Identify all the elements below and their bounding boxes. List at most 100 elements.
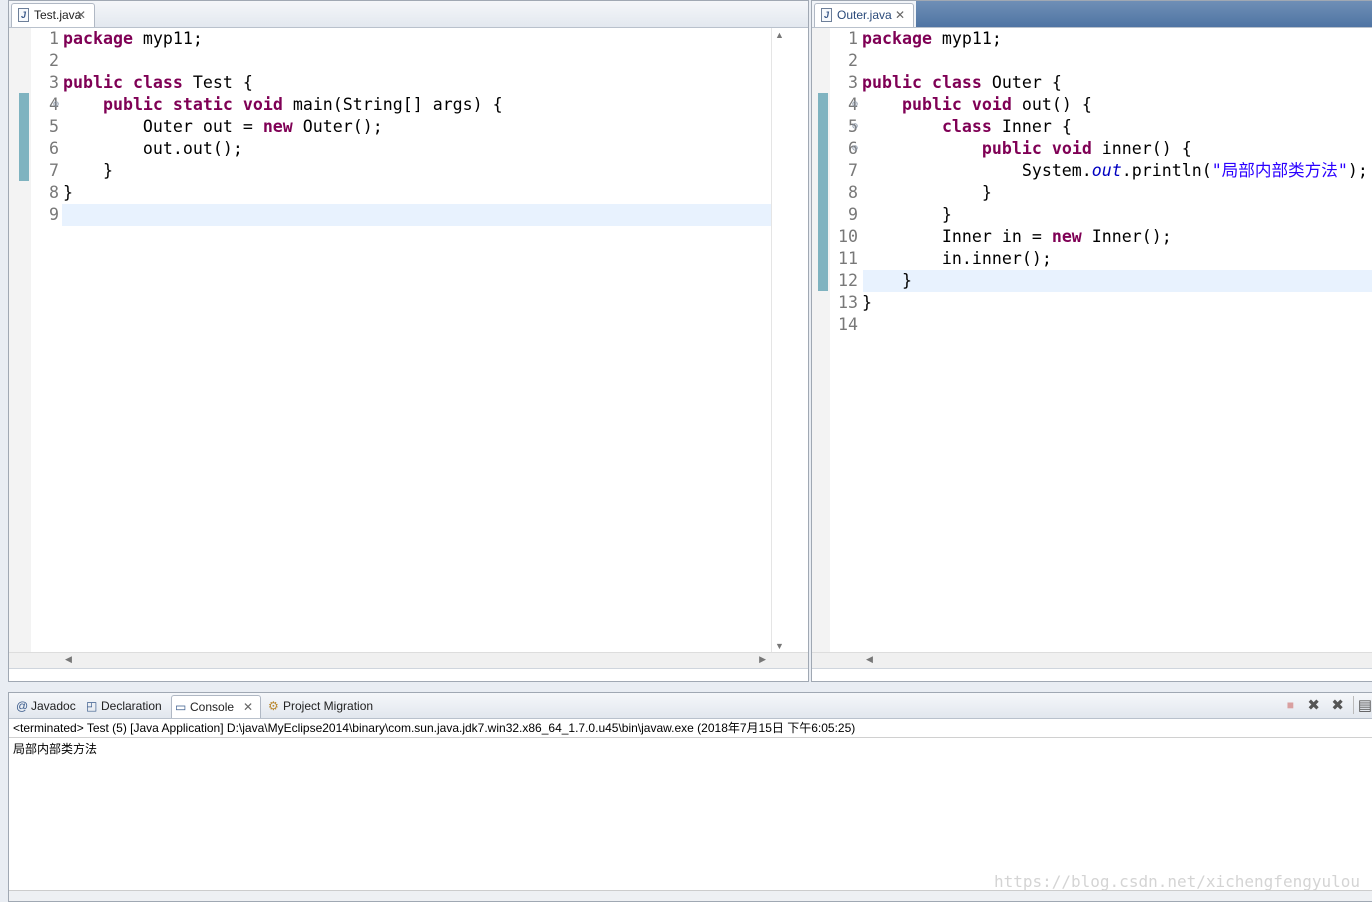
code-text: public class Test { xyxy=(63,73,253,92)
code-text: package myp11; xyxy=(63,29,203,48)
horizontal-scrollbar[interactable]: ◀ ▶ xyxy=(9,652,808,669)
code-area[interactable]: 1 package myp11; 2 3 public class Outer {4 ⊖ … xyxy=(830,28,1372,336)
close-icon[interactable]: ✕ xyxy=(243,696,253,718)
code-text: class Inner { xyxy=(941,117,1072,136)
tab-project-migration[interactable]: ⚙ Project Migration xyxy=(265,695,395,718)
code-line[interactable]: 8} xyxy=(31,182,791,204)
code-line[interactable]: 10 Inner in = new Inner(); xyxy=(830,226,1372,248)
horizontal-scrollbar[interactable]: ◀ xyxy=(812,652,1372,669)
tab-javadoc[interactable]: @ Javadoc xyxy=(13,695,83,718)
tab-declaration[interactable]: ◰ Declaration xyxy=(83,695,171,718)
code-text: } xyxy=(862,205,952,224)
tabbar-active-fill xyxy=(916,1,1372,27)
horizontal-scrollbar[interactable] xyxy=(9,890,1372,901)
code-line[interactable]: 6 out.out(); xyxy=(31,138,791,160)
tab-label: Javadoc xyxy=(31,699,76,713)
line-number: 6 xyxy=(49,139,59,158)
code-area[interactable]: 1 package myp11; 2 3 public class Test {4 ⊖ p… xyxy=(31,28,791,226)
code-line[interactable]: 3 public class Test { xyxy=(31,72,791,94)
code-line[interactable]: 8 } xyxy=(830,182,1372,204)
code-line[interactable]: 7 System.out.println("局部内部类方法"); xyxy=(830,160,1372,182)
code-line[interactable]: 13} xyxy=(830,292,1372,314)
fold-collapse-icon[interactable]: ⊖ xyxy=(852,94,858,116)
code-line[interactable]: 5 ⊖ class Inner { xyxy=(830,116,1372,138)
code-text: public void inner() { xyxy=(981,139,1192,158)
code-line[interactable]: 6 ⊖ public void inner() { xyxy=(830,138,1372,160)
code-text: Inner in = new Inner(); xyxy=(862,227,1172,246)
java-file-icon: J xyxy=(821,8,832,22)
line-number: 2 xyxy=(848,51,858,70)
remove-launch-icon[interactable]: ✖ xyxy=(1307,696,1320,714)
line-number: 3 xyxy=(49,73,59,92)
console-view[interactable]: @ Javadoc ◰ Declaration ▭ Console ✕ ⚙ Pr… xyxy=(8,692,1372,902)
code-text: System.out.println("局部内部类方法"); xyxy=(862,161,1368,180)
line-number: 7 xyxy=(848,161,858,180)
console-process-status: <terminated> Test (5) [Java Application]… xyxy=(13,721,856,735)
tab-outer-java[interactable]: J Outer.java ✕ xyxy=(814,3,914,27)
fold-collapse-icon[interactable]: ⊖ xyxy=(852,116,858,138)
line-number: 13 xyxy=(838,293,858,312)
code-line[interactable]: 9 xyxy=(31,204,791,226)
line-number: 2 xyxy=(49,51,59,70)
code-line[interactable]: 2 xyxy=(830,50,1372,72)
line-number: 11 xyxy=(838,249,858,268)
editor-bottom-border xyxy=(9,668,808,681)
fold-collapse-icon[interactable]: ⊖ xyxy=(852,138,858,160)
line-number: 8 xyxy=(848,183,858,202)
line-number: 10 xyxy=(838,227,858,246)
tab-title: Outer.java xyxy=(837,8,892,22)
scroll-left-icon[interactable]: ◀ xyxy=(65,654,72,665)
clear-console-icon[interactable]: ▤ xyxy=(1352,696,1372,714)
line-number: 9 xyxy=(848,205,858,224)
tab-test-java[interactable]: J Test.java ✕ xyxy=(11,3,95,27)
console-icon: ▭ xyxy=(175,700,187,714)
code-line[interactable]: 11 in.inner(); xyxy=(830,248,1372,270)
editor-tabbar: J Outer.java ✕ xyxy=(812,1,1372,28)
divider xyxy=(9,737,1372,738)
scroll-right-icon[interactable]: ▶ xyxy=(759,654,766,665)
code-line[interactable]: 3 public class Outer { xyxy=(830,72,1372,94)
line-number: 1 xyxy=(848,29,858,48)
code-text: } xyxy=(862,183,992,202)
watermark: https://blog.csdn.net/xichengfengyulou xyxy=(993,872,1360,891)
code-line[interactable]: 5 Outer out = new Outer(); xyxy=(31,116,791,138)
scroll-left-icon[interactable]: ◀ xyxy=(866,654,873,665)
code-line[interactable]: 2 xyxy=(31,50,791,72)
code-line[interactable]: 1 package myp11; xyxy=(31,28,791,50)
code-line[interactable]: 12 } xyxy=(830,270,1372,292)
close-icon[interactable]: ✕ xyxy=(895,4,905,26)
code-line[interactable]: 4 ⊖ public static void main(String[] args… xyxy=(31,94,791,116)
line-number: 5 xyxy=(49,117,59,136)
line-number: 7 xyxy=(49,161,59,180)
code-text: public class Outer { xyxy=(862,73,1062,92)
line-number: 1 xyxy=(49,29,59,48)
editor-bottom-border xyxy=(812,668,1372,681)
code-line[interactable]: 1 package myp11; xyxy=(830,28,1372,50)
code-text: Outer out = new Outer(); xyxy=(63,117,383,136)
javadoc-icon: @ xyxy=(16,699,29,713)
code-line[interactable]: 4 ⊖ public void out() { xyxy=(830,94,1372,116)
line-number: 12 xyxy=(838,271,858,290)
scroll-down-icon[interactable]: ▼ xyxy=(775,641,784,651)
fold-collapse-icon[interactable]: ⊖ xyxy=(53,94,59,116)
code-line[interactable]: 14 xyxy=(830,314,1372,336)
vertical-scrollbar[interactable]: ▲ ▼ xyxy=(771,28,788,653)
code-text: } xyxy=(862,271,912,290)
code-text: out.out(); xyxy=(63,139,243,158)
editor-outer-java[interactable]: J Outer.java ✕ 1 package myp11; 2 3 public c… xyxy=(811,0,1372,682)
remove-all-terminated-icon[interactable]: ✖ xyxy=(1331,696,1344,714)
code-text: } xyxy=(63,183,73,202)
editor-test-java[interactable]: J Test.java ✕ 1 package myp11; 2 3 public cl… xyxy=(8,0,809,682)
scroll-up-icon[interactable]: ▲ xyxy=(775,30,784,40)
tab-console[interactable]: ▭ Console ✕ xyxy=(171,695,261,718)
tab-label: Declaration xyxy=(101,699,162,713)
tab-label: Console xyxy=(190,700,235,714)
code-text: in.inner(); xyxy=(862,249,1052,268)
code-text: } xyxy=(862,293,872,312)
tab-label: Project Migration xyxy=(283,699,374,713)
terminate-icon[interactable]: ■ xyxy=(1287,698,1294,712)
code-line[interactable]: 7 } xyxy=(31,160,791,182)
code-line[interactable]: 9 } xyxy=(830,204,1372,226)
close-icon[interactable]: ✕ xyxy=(76,4,86,26)
declaration-icon: ◰ xyxy=(86,699,98,713)
